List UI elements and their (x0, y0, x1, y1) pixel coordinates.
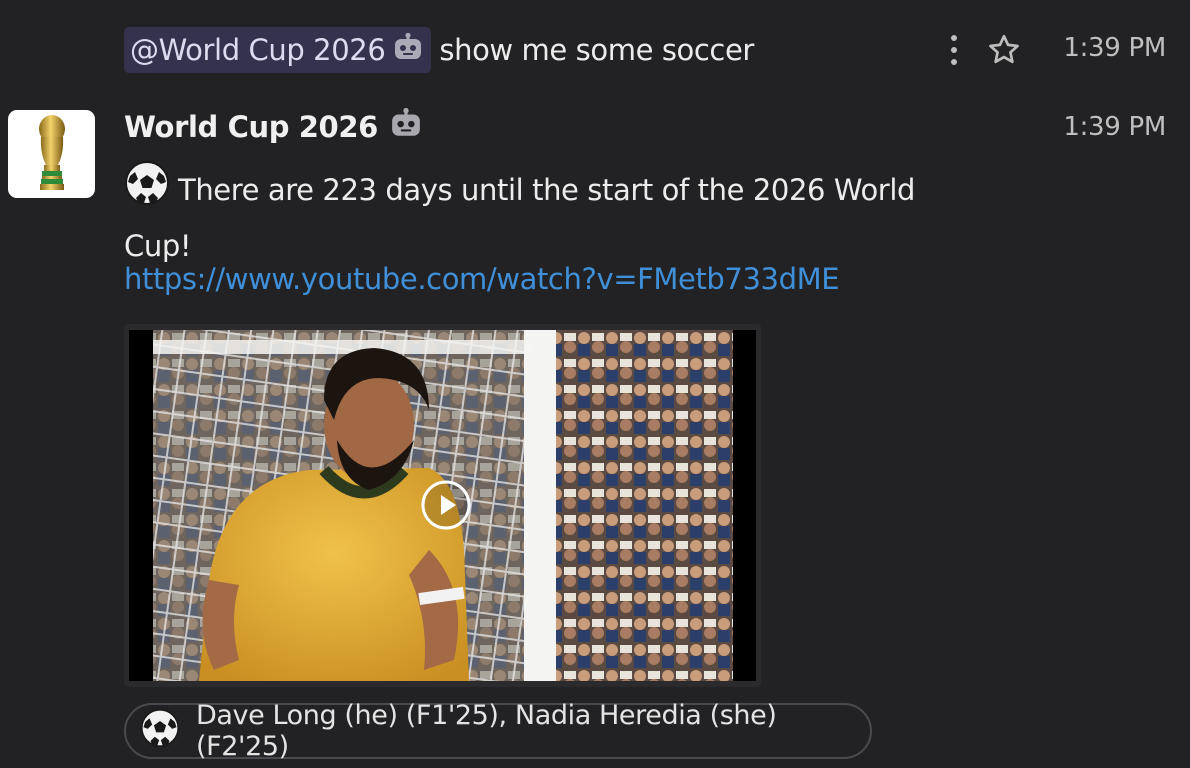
video-embed[interactable] (124, 324, 761, 687)
message-body: There are 223 days until the start of th… (124, 160, 934, 271)
user-message: @World Cup 2026 show me some soccer (124, 27, 754, 73)
soccer-ball-icon (124, 160, 170, 221)
bot-icon (390, 108, 422, 145)
author-name[interactable]: World Cup 2026 (124, 110, 378, 144)
youtube-link[interactable]: https://www.youtube.com/watch?v=FMetb733… (124, 262, 840, 296)
bot-mention[interactable]: @World Cup 2026 (124, 27, 432, 73)
message-timestamp: 1:39 PM (1063, 112, 1166, 142)
more-options-icon[interactable] (940, 30, 968, 70)
bot-icon (393, 32, 423, 68)
message-timestamp: 1:39 PM (1063, 33, 1166, 63)
bot-author: World Cup 2026 (124, 108, 422, 145)
message-actions (940, 28, 1024, 72)
trophy-icon (38, 115, 65, 190)
star-icon[interactable] (984, 30, 1024, 70)
bot-avatar[interactable] (8, 110, 95, 198)
play-icon[interactable] (421, 480, 471, 530)
mention-label: @World Cup 2026 (130, 33, 386, 67)
message-text: show me some soccer (439, 33, 754, 67)
reaction-pill[interactable]: Dave Long (he) (F1'25), Nadia Heredia (s… (124, 700, 872, 762)
message-text: There are 223 days until the start of th… (124, 173, 915, 263)
video-thumbnail[interactable] (129, 330, 756, 681)
reaction-users: Dave Long (he) (F1'25), Nadia Heredia (s… (196, 700, 777, 762)
soccer-ball-icon (140, 708, 180, 755)
